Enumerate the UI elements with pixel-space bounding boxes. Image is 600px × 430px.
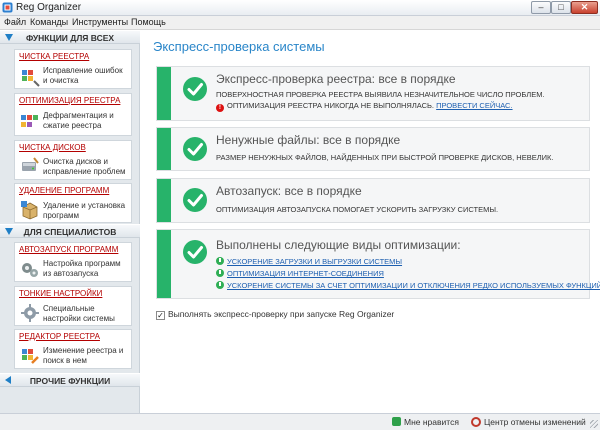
registry-clean-icon — [22, 70, 40, 87]
main-content: Экспресс-проверка системы Экспресс-прове… — [141, 30, 600, 413]
menu-tools[interactable]: Инструменты — [72, 17, 128, 27]
card-title[interactable]: УДАЛЕНИЕ ПРОГРАММ — [19, 186, 109, 195]
menu-bar: Файл Команды Инструменты Помощь — [0, 16, 600, 30]
section-pro-label: ДЛЯ СПЕЦИАЛИСТОВ — [23, 227, 117, 237]
panel-text: ОПТИМИЗАЦИЯ АВТОЗАПУСКА ПОМОГАЕТ УСКОРИТ… — [216, 205, 499, 214]
like-label: Мне нравится — [404, 417, 459, 427]
title-bar: Reg Organizer – □ ✕ — [0, 0, 600, 16]
check-icon — [183, 240, 207, 264]
run-now-link[interactable]: ПРОВЕСТИ СЕЙЧАС. — [436, 101, 512, 110]
sidebar-item-disk-clean[interactable]: ЧИСТКА ДИСКОВ Очистка дисков и исправлен… — [14, 140, 132, 180]
warning-row: ! ОПТИМИЗАЦИЯ РЕЕСТРА НИКОГДА НЕ ВЫПОЛНЯЛ… — [216, 101, 513, 112]
undo-center-button[interactable]: Центр отмены изменений — [471, 417, 586, 427]
express-check-option[interactable]: ✓ Выполнять экспресс-проверку при запуске… — [156, 309, 394, 320]
sidebar-item-uninstall[interactable]: УДАЛЕНИЕ ПРОГРАММ Удаление и установка п… — [14, 183, 132, 223]
registry-optimize-icon — [21, 115, 38, 127]
optimization-link-boot[interactable]: УСКОРЕНИЕ ЗАГРУЗКИ И ВЫГРУЗКИ СИСТЕМЫ — [227, 257, 402, 266]
maximize-button[interactable]: □ — [551, 1, 571, 14]
uninstall-icon — [21, 201, 38, 220]
sidebar-item-registry-editor[interactable]: РЕДАКТОР РЕЕСТРА Изменение реестра и пои… — [14, 329, 132, 369]
card-desc-1: Удаление и установка — [43, 201, 126, 210]
card-title[interactable]: ЧИСТКА ДИСКОВ — [19, 143, 86, 152]
card-desc-2: настройки системы — [43, 314, 115, 323]
menu-help[interactable]: Помощь — [131, 17, 166, 27]
power-icon — [216, 257, 224, 265]
power-icon — [216, 281, 224, 289]
panel-title: Ненужные файлы: все в порядке — [216, 133, 401, 147]
card-title[interactable]: ЧИСТКА РЕЕСТРА — [19, 52, 89, 61]
check-icon — [183, 77, 207, 101]
undo-center-icon — [471, 417, 481, 427]
card-title[interactable]: РЕДАКТОР РЕЕСТРА — [19, 332, 100, 341]
minimize-button[interactable]: – — [531, 1, 551, 14]
card-desc-1: Настройка программ — [43, 259, 121, 268]
optimization-link-system[interactable]: УСКОРЕНИЕ СИСТЕМЫ ЗА СЧЕТ ОПТИМИЗАЦИИ И … — [227, 281, 600, 290]
card-desc-1: Изменение реестра и — [43, 346, 124, 355]
panel-registry-check: Экспресс-проверка реестра: все в порядке… — [156, 66, 590, 121]
section-other-header[interactable]: ПРОЧИЕ ФУНКЦИИ — [0, 373, 140, 387]
close-button[interactable]: ✕ — [571, 1, 598, 14]
check-icon — [183, 137, 207, 161]
sidebar: ФУНКЦИИ ДЛЯ ВСЕХ ЧИСТКА РЕЕСТРА Исправле… — [0, 30, 140, 413]
check-icon — [183, 188, 207, 212]
registry-editor-icon — [22, 349, 39, 364]
error-icon: ! — [216, 104, 224, 112]
status-stripe — [157, 128, 171, 170]
undo-center-label: Центр отмены изменений — [484, 417, 586, 427]
sidebar-item-registry-clean[interactable]: ЧИСТКА РЕЕСТРА Исправление ошибок и очис… — [14, 49, 132, 89]
optimization-link-internet[interactable]: ОПТИМИЗАЦИЯ ИНТЕРНЕТ-СОЕДИНЕНИЯ — [227, 269, 384, 278]
optimization-item: ОПТИМИЗАЦИЯ ИНТЕРНЕТ-СОЕДИНЕНИЯ — [216, 269, 384, 278]
panel-title: Автозапуск: все в порядке — [216, 184, 362, 198]
thumbs-up-icon — [392, 417, 401, 426]
sidebar-item-tweaks[interactable]: ТОНКИЕ НАСТРОЙКИ Специальные настройки с… — [14, 286, 132, 326]
card-desc-2: сжатие реестра — [43, 121, 102, 130]
card-desc-2: из автозапуска — [43, 269, 99, 278]
section-all-label: ФУНКЦИИ ДЛЯ ВСЕХ — [25, 33, 115, 43]
status-bar: Мне нравится Центр отмены изменений — [0, 413, 600, 430]
sidebar-item-registry-optimize[interactable]: ОПТИМИЗАЦИЯ РЕЕСТРА Дефрагментация и сжа… — [14, 93, 132, 136]
panel-autorun: Автозапуск: все в порядке ОПТИМИЗАЦИЯ АВ… — [156, 178, 590, 223]
panel-text: РАЗМЕР НЕНУЖНЫХ ФАЙЛОВ, НАЙДЕННЫХ ПРИ БЫ… — [216, 153, 554, 162]
section-other-label: ПРОЧИЕ ФУНКЦИИ — [29, 376, 111, 386]
panel-optimizations: Выполнены следующие виды оптимизации: УС… — [156, 229, 600, 299]
card-desc-2: поиск в нем — [43, 356, 87, 365]
like-button[interactable]: Мне нравится — [392, 417, 459, 427]
card-desc-1: Специальные — [43, 304, 95, 313]
card-desc-1: Исправление ошибок — [43, 66, 123, 75]
window-title: Reg Organizer — [16, 2, 82, 13]
tweaks-icon — [21, 304, 39, 322]
resize-grip[interactable] — [590, 420, 598, 428]
status-stripe — [157, 230, 171, 298]
menu-file[interactable]: Файл — [4, 17, 26, 27]
card-desc-1: Очистка дисков и — [43, 157, 108, 166]
sidebar-item-autorun[interactable]: АВТОЗАПУСК ПРОГРАММ Настройка программ и… — [14, 242, 132, 282]
panel-title: Выполнены следующие виды оптимизации: — [216, 238, 461, 252]
warning-text: ОПТИМИЗАЦИЯ РЕЕСТРА НИКОГДА НЕ ВЫПОЛНЯЛА… — [227, 101, 435, 110]
section-all-header[interactable]: ФУНКЦИИ ДЛЯ ВСЕХ — [0, 30, 140, 44]
card-title[interactable]: АВТОЗАПУСК ПРОГРАММ — [19, 245, 118, 254]
optimization-item: УСКОРЕНИЕ ЗАГРУЗКИ И ВЫГРУЗКИ СИСТЕМЫ — [216, 257, 402, 266]
card-title[interactable]: ОПТИМИЗАЦИЯ РЕЕСТРА — [19, 96, 120, 105]
panel-junk-files: Ненужные файлы: все в порядке РАЗМЕР НЕН… — [156, 127, 590, 171]
card-desc-2: и очистка — [43, 76, 79, 85]
menu-commands[interactable]: Команды — [30, 17, 68, 27]
power-icon — [216, 269, 224, 277]
autorun-icon — [22, 263, 38, 277]
optimization-item: УСКОРЕНИЕ СИСТЕМЫ ЗА СЧЕТ ОПТИМИЗАЦИИ И … — [216, 281, 600, 290]
card-desc-2: исправление проблем — [43, 167, 126, 176]
card-title[interactable]: ТОНКИЕ НАСТРОЙКИ — [19, 289, 102, 298]
disk-clean-icon — [22, 157, 39, 171]
app-icon — [2, 2, 13, 13]
checkbox-label[interactable]: Выполнять экспресс-проверку при запуске … — [168, 309, 394, 319]
card-desc-1: Дефрагментация и — [43, 111, 114, 120]
panel-text: ПОВЕРХНОСТНАЯ ПРОВЕРКА РЕЕСТРА ВЫЯВИЛА Н… — [216, 90, 545, 99]
status-stripe — [157, 179, 171, 222]
panel-title: Экспресс-проверка реестра: все в порядке — [216, 72, 456, 86]
express-check-checkbox[interactable]: ✓ — [156, 311, 165, 320]
section-pro-header[interactable]: ДЛЯ СПЕЦИАЛИСТОВ — [0, 224, 140, 238]
status-stripe — [157, 67, 171, 120]
card-desc-2: программ — [43, 211, 80, 220]
page-title: Экспресс-проверка системы — [153, 39, 325, 54]
